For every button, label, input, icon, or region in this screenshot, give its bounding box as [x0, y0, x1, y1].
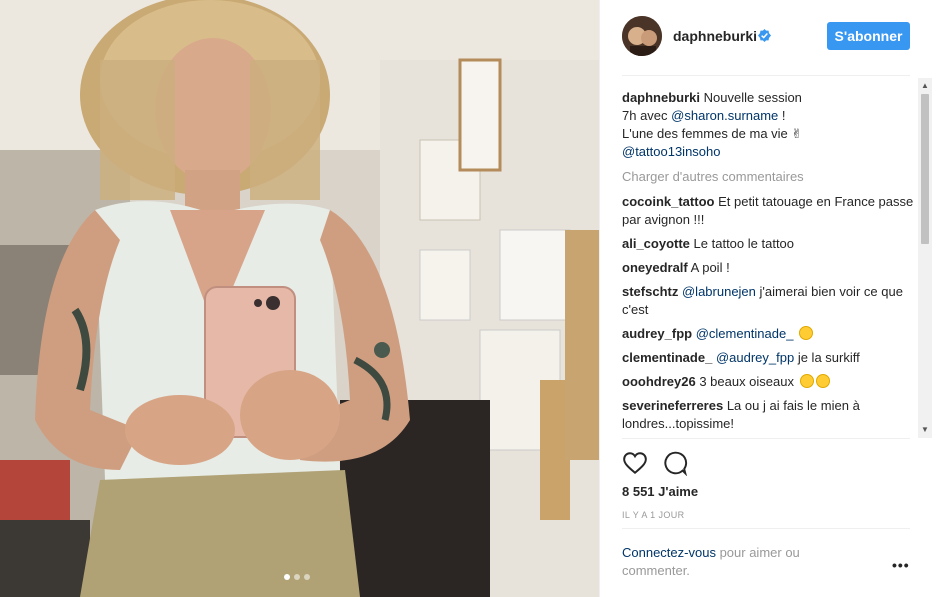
comment-bubble-icon[interactable]	[662, 450, 688, 476]
comments-divider	[622, 438, 910, 439]
post-timestamp[interactable]: IL Y A 1 JOUR	[622, 510, 685, 520]
heart-icon[interactable]	[622, 450, 648, 476]
comment-item: oneyedralf A poil !	[622, 259, 914, 277]
smile-emoji-icon	[815, 374, 830, 388]
post-side-panel: daphneburki S'abonner daphneburki Nouvel…	[599, 0, 941, 597]
carousel-dots	[284, 574, 310, 580]
header-divider	[622, 75, 910, 76]
login-divider	[622, 528, 910, 529]
comment-username[interactable]: audrey_fpp	[622, 326, 692, 341]
carousel-dot-1[interactable]	[284, 574, 290, 580]
caption-line1: Nouvelle session	[703, 90, 802, 105]
verified-badge-icon	[758, 29, 771, 42]
comment-item: cocoink_tattoo Et petit tatouage en Fran…	[622, 193, 914, 229]
scroll-up-arrow-icon[interactable]: ▲	[918, 80, 932, 92]
comment-item: severineferreres La ou j ai fais le mien…	[622, 397, 914, 433]
comment-username[interactable]: ooohdrey26	[622, 374, 696, 389]
scrollbar-thumb[interactable]	[921, 94, 929, 244]
caption-mention-tattoo13insoho[interactable]: @tattoo13insoho	[622, 144, 721, 159]
caption-line3: L'une des femmes de ma vie	[622, 126, 788, 141]
scroll-down-arrow-icon[interactable]: ▼	[918, 424, 932, 436]
caption-line2-prefix: 7h avec	[622, 108, 672, 123]
comments-list[interactable]: daphneburki Nouvelle session 7h avec @sh…	[622, 89, 914, 437]
comment-item: ooohdrey26 3 beaux oiseaux	[622, 373, 914, 391]
comment-mention[interactable]: @audrey_fpp	[716, 350, 794, 365]
comment-username[interactable]: stefschtz	[622, 284, 678, 299]
avatar-image	[622, 16, 662, 56]
comment-username[interactable]: ali_coyotte	[622, 236, 690, 251]
smile-emoji-icon	[799, 374, 814, 388]
caption-mention-sharon[interactable]: @sharon.surname	[671, 108, 778, 123]
comment-text: 3 beaux oiseaux	[699, 374, 794, 389]
load-more-comments[interactable]: Charger d'autres commentaires	[622, 168, 914, 186]
post-photo[interactable]	[0, 0, 599, 597]
post-caption: daphneburki Nouvelle session 7h avec @sh…	[622, 89, 914, 161]
like-count[interactable]: 8 551 J'aime	[622, 484, 698, 499]
more-options-icon[interactable]: •••	[892, 558, 912, 572]
comment-username[interactable]: severineferreres	[622, 398, 723, 413]
post-header: daphneburki S'abonner	[600, 0, 941, 75]
comment-item: clementinade_ @audrey_fpp je la surkiff	[622, 349, 914, 367]
author-username[interactable]: daphneburki	[673, 28, 757, 44]
comment-username[interactable]: oneyedralf	[622, 260, 688, 275]
caption-line2-suffix: !	[778, 108, 786, 123]
comment-item: stefschtz @labrunejen j'aimerai bien voi…	[622, 283, 914, 319]
caption-username[interactable]: daphneburki	[622, 90, 700, 105]
rock-hand-emoji-icon: ✌	[791, 126, 803, 141]
comment-text: je la surkiff	[797, 350, 860, 365]
follow-button[interactable]: S'abonner	[827, 22, 910, 50]
author-avatar[interactable]	[622, 16, 662, 56]
comment-item: ali_coyotte Le tattoo le tattoo	[622, 235, 914, 253]
comments-scrollbar[interactable]: ▲ ▼	[918, 78, 932, 438]
comment-mention[interactable]: @labrunejen	[682, 284, 756, 299]
login-prompt: Connectez-vous pour aimer ou commenter.	[622, 544, 852, 580]
photo-illustration	[0, 0, 599, 597]
comment-username[interactable]: clementinade_	[622, 350, 712, 365]
comment-mention[interactable]: @clementinade_	[696, 326, 794, 341]
comment-item: audrey_fpp @clementinade_	[622, 325, 914, 343]
carousel-dot-2[interactable]	[294, 574, 300, 580]
carousel-dot-3[interactable]	[304, 574, 310, 580]
kiss-emoji-icon	[799, 326, 814, 340]
login-link[interactable]: Connectez-vous	[622, 545, 716, 560]
instagram-post: daphneburki S'abonner daphneburki Nouvel…	[0, 0, 941, 597]
comment-text: A poil !	[690, 260, 730, 275]
comment-username[interactable]: cocoink_tattoo	[622, 194, 714, 209]
comment-text: Le tattoo le tattoo	[693, 236, 795, 251]
